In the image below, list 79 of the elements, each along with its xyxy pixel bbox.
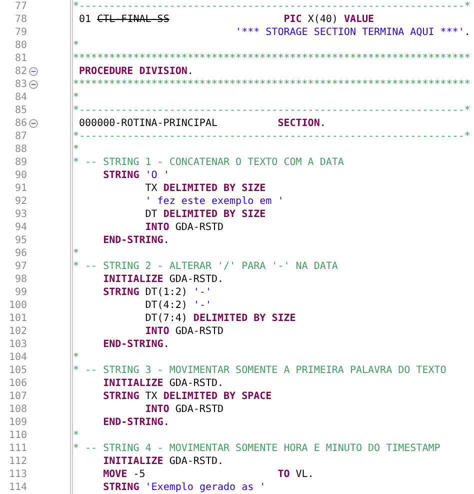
code-line: * -- STRING 3 - MOVIMENTAR SOMENTE A PRIMEIRA PALAVRA DO TEXTO [73, 365, 446, 376]
line-number: 81 [14, 52, 27, 65]
collapse-icon[interactable] [28, 80, 38, 89]
code-line: DT(4:2) '-' [144, 300, 212, 311]
code-line: STRING 'Exemplo gerado as ' [102, 482, 266, 493]
code-line: END-STRING. [102, 235, 170, 246]
line-number: 89 [14, 156, 27, 169]
code-line: PROCEDURE DIVISION. [78, 66, 194, 77]
line-number: 106 [8, 377, 27, 390]
line-number: 110 [8, 429, 27, 442]
line-number: 102 [8, 325, 27, 338]
line-number: 82 [14, 65, 27, 78]
code-line: INITIALIZE GDA-RSTD. [102, 274, 224, 285]
code-line: INITIALIZE GDA-RSTD. [102, 456, 224, 467]
line-number: 94 [14, 221, 27, 234]
code-line: *----------------------------------------------------------------* [73, 105, 470, 116]
code-line: STRING 'O ' [102, 170, 170, 181]
collapse-icon[interactable] [28, 119, 38, 128]
code-line: END-STRING. [102, 339, 170, 350]
code-line: *----------------------------------------------------------------* [73, 131, 470, 142]
code-line: TX DELIMITED BY SIZE [144, 183, 266, 194]
line-number: 96 [14, 247, 27, 260]
code-line: INITIALIZE GDA-RSTD. [102, 378, 224, 389]
line-number: 100 [8, 299, 27, 312]
code-line: * -- STRING 1 - CONCATENAR O TEXTO COM A DATA [73, 157, 344, 168]
code-line: * [73, 92, 80, 103]
code-line: * [73, 40, 80, 51]
code-line: INTO GDA-RSTD [144, 404, 224, 415]
line-number: 109 [8, 416, 27, 429]
line-number: 84 [14, 91, 27, 104]
line-number: 103 [8, 338, 27, 351]
code-line: MOVE -5 TO VL. [102, 469, 314, 480]
line-number: 77 [14, 0, 27, 13]
line-number: 98 [14, 273, 27, 286]
line-number: 83 [14, 78, 27, 91]
line-number: 92 [14, 195, 27, 208]
code-line: *----------------------------------------------------------------* [73, 1, 470, 12]
code-line: STRING DT(1:2) '-' [102, 287, 212, 298]
line-number: 85 [14, 104, 27, 117]
line-number: 97 [14, 260, 27, 273]
line-number: 93 [14, 208, 27, 221]
code-line: 000000-ROTINA-PRINCIPAL SECTION. [78, 118, 326, 129]
line-number: 86 [14, 117, 27, 130]
code-line: ' fez este exemplo em ' [144, 196, 284, 207]
line-number: 108 [8, 403, 27, 416]
code-line: INTO GDA-RSTD [144, 326, 224, 337]
code-line: * [73, 248, 80, 259]
code-line: * [73, 352, 80, 363]
code-line: STRING TX DELIMITED BY SPACE [102, 391, 272, 402]
line-number: 111 [8, 442, 27, 455]
line-number: 79 [14, 26, 27, 39]
line-number: 107 [8, 390, 27, 403]
code-line: '*** STORAGE SECTION TERMINA AQUI ***'. [234, 27, 470, 38]
line-number: 99 [14, 286, 27, 299]
code-line: END-STRING. [102, 417, 170, 428]
line-number: 87 [14, 130, 27, 143]
line-number: 78 [14, 13, 27, 26]
line-number: 114 [8, 481, 27, 494]
line-number: 88 [14, 143, 27, 156]
collapse-icon[interactable] [28, 67, 38, 76]
line-number: 104 [8, 351, 27, 364]
code-line: INTO GDA-RSTD [144, 222, 224, 233]
line-number: 113 [8, 468, 27, 481]
line-number: 80 [14, 39, 27, 52]
code-line: * -- STRING 2 - ALTERAR '/' PARA '-' NA DATA [73, 261, 338, 272]
code-line: DT(7:4) DELIMITED BY SIZE [144, 313, 296, 324]
code-line: * -- STRING 4 - MOVIMENTAR SOMENTE HORA E MINUTO DO TIMESTAMP [73, 443, 440, 454]
code-line: DT DELIMITED BY SIZE [144, 209, 266, 220]
line-number: 112 [8, 455, 27, 468]
line-number: 101 [8, 312, 27, 325]
code-line: 01 CTL-FINAL-SS PIC X(40) VALUE [78, 14, 374, 25]
line-number: 105 [8, 364, 27, 377]
line-number: 91 [14, 182, 27, 195]
code-line: * [73, 430, 80, 441]
line-number: 90 [14, 169, 27, 182]
line-number: 95 [14, 234, 27, 247]
code-line: * [73, 144, 80, 155]
code-line: ****************************************************************** [73, 53, 470, 64]
code-line: ****************************************************************** [73, 79, 470, 90]
